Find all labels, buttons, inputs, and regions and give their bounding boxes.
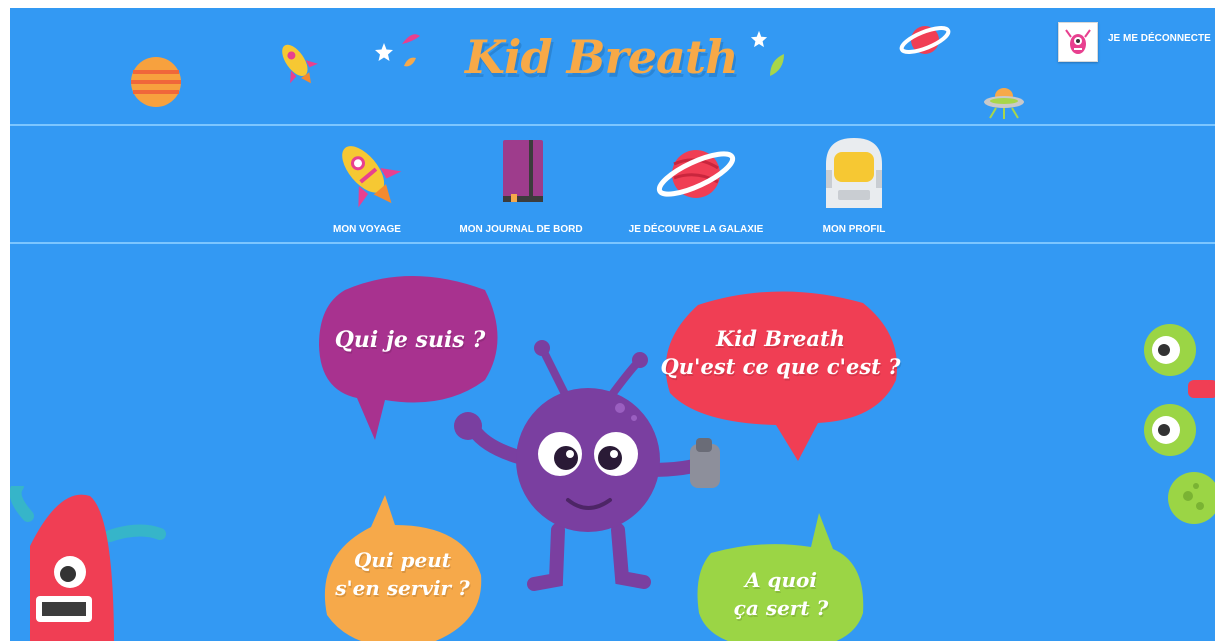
nav-label: MON PROFIL (822, 224, 886, 235)
bubble-what-for[interactable]: A quoi ça sert ? (691, 513, 871, 641)
avatar (1058, 22, 1098, 62)
logout-label: JE ME DÉCONNECTE (1108, 33, 1211, 44)
bubble-text: Qui peut (353, 548, 451, 572)
rocket-icon (342, 146, 402, 208)
logout-button[interactable]: JE ME DÉCONNECTE (1058, 22, 1211, 62)
brand-logo: Kid Breath (465, 30, 739, 84)
ringed-planet-icon (899, 26, 951, 54)
astronaut-helmet-icon (826, 138, 882, 208)
orange-planet-icon (131, 57, 181, 107)
nav-item-logbook[interactable]: MON JOURNAL DE BORD (446, 126, 596, 236)
planet-icon (656, 150, 736, 198)
red-monster-icon (10, 486, 166, 641)
nav-label: JE DÉCOUVRE LA GALAXIE (628, 224, 764, 235)
star-icon (375, 43, 393, 61)
green-monster-icon (1144, 324, 1215, 524)
leaf-icon (402, 34, 420, 67)
nav-label: MON JOURNAL DE BORD (459, 224, 583, 235)
main-nav: MON VOYAGE MON JOURNAL DE BORD JE DÉCOUV… (10, 126, 1215, 242)
bubble-text: ça sert ? (733, 596, 829, 620)
bubble-text: s'en servir ? (335, 576, 470, 600)
star-icon (750, 30, 768, 48)
ufo-icon (984, 88, 1024, 119)
small-rocket-icon (282, 44, 318, 84)
bubble-who-can-use[interactable]: Qui peut s'en servir ? (315, 495, 490, 641)
header: Kid Breath JE ME DÉCONNECTE (10, 8, 1215, 124)
nav-item-galaxy[interactable]: JE DÉCOUVRE LA GALAXIE (621, 126, 771, 236)
leaf-icon (770, 54, 784, 76)
nav-divider (10, 242, 1215, 244)
nav-item-profile[interactable]: MON PROFIL (779, 126, 929, 236)
logbook-icon (503, 140, 543, 202)
nav-item-voyage[interactable]: MON VOYAGE (292, 126, 442, 236)
app-canvas: Kid Breath JE ME DÉCONNECTE MON VOYAGE M… (10, 8, 1215, 641)
nav-label: MON VOYAGE (333, 224, 401, 235)
bubble-text: A quoi (745, 568, 817, 592)
pink-monster-icon (1065, 29, 1091, 54)
